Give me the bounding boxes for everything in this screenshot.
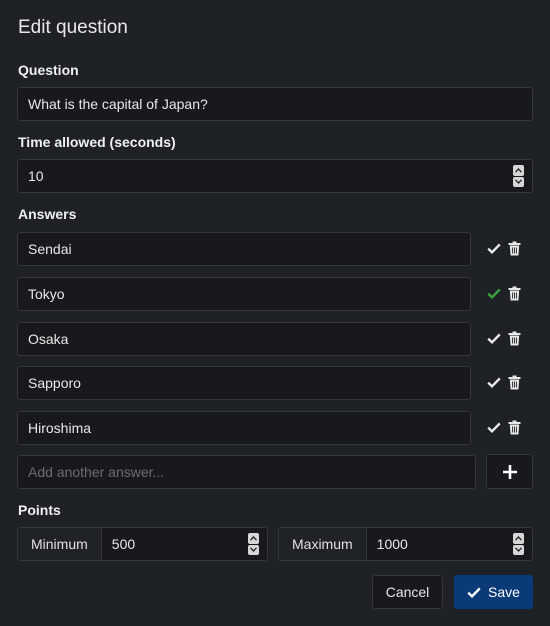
minimum-label: Minimum bbox=[18, 528, 102, 560]
chevron-up-icon bbox=[250, 535, 257, 541]
time-allowed-label: Time allowed (seconds) bbox=[18, 134, 176, 150]
maximum-value: 1000 bbox=[376, 536, 408, 552]
answer-actions bbox=[487, 286, 521, 301]
answer-actions bbox=[487, 331, 521, 346]
cancel-button[interactable]: Cancel bbox=[372, 575, 443, 609]
chevron-down-icon bbox=[515, 547, 522, 553]
save-label: Save bbox=[488, 584, 520, 600]
mark-correct-button[interactable] bbox=[487, 243, 501, 254]
mark-correct-button[interactable] bbox=[487, 422, 501, 433]
new-answer-input[interactable]: Add another answer... bbox=[17, 455, 476, 489]
maximum-label: Maximum bbox=[279, 528, 367, 560]
answer-text: Sendai bbox=[28, 241, 72, 257]
save-button[interactable]: Save bbox=[454, 575, 533, 609]
maximum-points-group: Maximum 1000 bbox=[278, 527, 533, 561]
question-value: What is the capital of Japan? bbox=[28, 96, 208, 112]
check-icon bbox=[487, 288, 501, 299]
trash-icon bbox=[508, 331, 521, 346]
minimum-stepper[interactable] bbox=[248, 533, 259, 555]
time-allowed-input[interactable]: 10 bbox=[17, 159, 533, 193]
check-icon bbox=[487, 422, 501, 433]
answer-input[interactable]: Sendai bbox=[17, 232, 471, 266]
maximum-stepper[interactable] bbox=[513, 533, 524, 555]
points-label: Points bbox=[18, 502, 61, 518]
answer-actions bbox=[487, 241, 521, 256]
question-label: Question bbox=[18, 62, 79, 78]
answer-actions bbox=[487, 375, 521, 390]
new-answer-placeholder: Add another answer... bbox=[28, 464, 165, 480]
trash-icon bbox=[508, 420, 521, 435]
minimum-input[interactable]: 500 bbox=[101, 528, 267, 560]
time-allowed-stepper[interactable] bbox=[513, 165, 524, 187]
add-answer-button[interactable] bbox=[486, 454, 533, 489]
answer-text: Osaka bbox=[28, 331, 69, 347]
check-icon bbox=[487, 333, 501, 344]
answer-text: Tokyo bbox=[28, 286, 65, 302]
answer-input[interactable]: Hiroshima bbox=[17, 411, 471, 445]
delete-answer-button[interactable] bbox=[508, 241, 521, 256]
delete-answer-button[interactable] bbox=[508, 331, 521, 346]
answer-text: Sapporo bbox=[28, 375, 81, 391]
increment-button[interactable] bbox=[513, 165, 524, 176]
check-icon bbox=[487, 377, 501, 388]
time-allowed-value: 10 bbox=[28, 168, 44, 184]
check-icon bbox=[467, 587, 481, 598]
answer-input[interactable]: Osaka bbox=[17, 322, 471, 356]
delete-answer-button[interactable] bbox=[508, 286, 521, 301]
delete-answer-button[interactable] bbox=[508, 375, 521, 390]
delete-answer-button[interactable] bbox=[508, 420, 521, 435]
chevron-down-icon bbox=[515, 179, 522, 185]
mark-correct-button[interactable] bbox=[487, 333, 501, 344]
trash-icon bbox=[508, 375, 521, 390]
minimum-value: 500 bbox=[111, 536, 136, 552]
dialog-title: Edit question bbox=[18, 17, 128, 38]
trash-icon bbox=[508, 241, 521, 256]
edit-question-dialog: Edit question Question What is the capit… bbox=[0, 0, 550, 626]
plus-icon bbox=[502, 464, 517, 479]
mark-correct-button[interactable] bbox=[487, 377, 501, 388]
maximum-input[interactable]: 1000 bbox=[366, 528, 532, 560]
increment-button[interactable] bbox=[248, 533, 259, 544]
answers-label: Answers bbox=[18, 206, 77, 222]
decrement-button[interactable] bbox=[513, 544, 524, 555]
mark-correct-button[interactable] bbox=[487, 288, 501, 299]
chevron-up-icon bbox=[515, 535, 522, 541]
trash-icon bbox=[508, 286, 521, 301]
answer-input[interactable]: Tokyo bbox=[17, 277, 471, 311]
chevron-down-icon bbox=[250, 547, 257, 553]
answer-actions bbox=[487, 420, 521, 435]
answer-text: Hiroshima bbox=[28, 420, 92, 436]
chevron-up-icon bbox=[515, 167, 522, 173]
answer-input[interactable]: Sapporo bbox=[17, 366, 471, 400]
decrement-button[interactable] bbox=[513, 176, 524, 187]
minimum-points-group: Minimum 500 bbox=[17, 527, 268, 561]
question-input[interactable]: What is the capital of Japan? bbox=[17, 87, 533, 121]
decrement-button[interactable] bbox=[248, 544, 259, 555]
increment-button[interactable] bbox=[513, 533, 524, 544]
check-icon bbox=[487, 243, 501, 254]
